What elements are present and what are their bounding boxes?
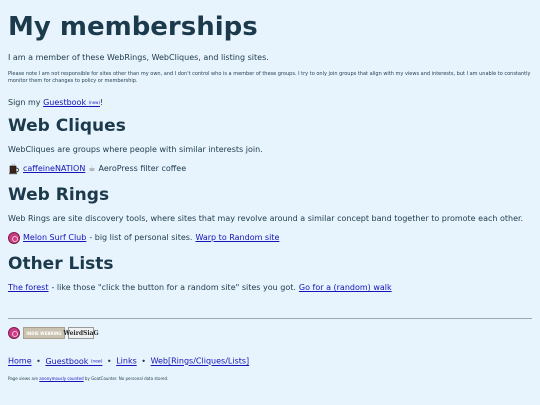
ring-item-text: - big list of personal sites.: [89, 233, 193, 242]
other-list-item: The forest - like those "click the butto…: [8, 282, 532, 294]
guestbook-prompt-suffix: !: [100, 98, 104, 107]
disclaimer-note: Please note I am not responsible for sit…: [8, 71, 531, 84]
analytics-credit: Page views are anonymously counted by Go…: [8, 376, 532, 382]
melon-surf-club-link[interactable]: Melon Surf Club: [23, 232, 86, 244]
page-title: My memberships: [8, 12, 258, 42]
new-tag: (new): [88, 100, 101, 105]
ring-item: Melon Surf Club - big list of personal s…: [8, 232, 532, 244]
nav-separator: •: [141, 356, 147, 366]
the-forest-link[interactable]: The forest: [8, 282, 48, 294]
weird-badge[interactable]: WeirdSiaG: [63, 327, 99, 339]
coffee-cup-icon: [9, 163, 19, 175]
guestbook-prompt-prefix: Sign my: [8, 98, 41, 107]
web-rings-heading: Web Rings: [8, 185, 110, 205]
web-lists-link[interactable]: Web[Rings/Cliques/Lists]: [151, 357, 250, 366]
clique-item: caffeineNATION ☕ AeroPress filter coffee: [8, 163, 532, 175]
web-cliques-heading: Web Cliques: [8, 116, 126, 136]
anonymously-counted-link[interactable]: anonymously counted: [39, 376, 83, 381]
guestbook-link[interactable]: Guestbook (new): [43, 98, 100, 107]
caffeinenation-link[interactable]: caffeineNATION: [23, 163, 85, 175]
credit-suffix: by GoatCounter. No personal data stored.: [84, 375, 169, 381]
footer-guestbook-label: Guestbook: [45, 356, 89, 366]
footer-divider: [8, 318, 532, 319]
coffee-glyph-icon: ☕: [88, 164, 96, 173]
footer-nav: Home • Guestbook (new) • Links • Web[Rin…: [8, 355, 532, 368]
credit-prefix: Page views are: [8, 375, 38, 381]
intro-text: I am a member of these WebRings, WebCliq…: [8, 53, 269, 62]
melon-ring-icon[interactable]: [8, 232, 20, 244]
nav-separator: •: [36, 356, 41, 366]
other-lists-heading: Other Lists: [8, 254, 114, 274]
guestbook-link-label: Guestbook: [43, 98, 87, 107]
new-tag: (new): [90, 358, 103, 363]
page-content: My memberships I am a member of these We…: [0, 0, 540, 382]
clique-item-text: AeroPress filter coffee: [98, 164, 187, 173]
home-link[interactable]: Home: [8, 357, 32, 366]
guestbook-prompt: Sign my Guestbook (new)!: [8, 97, 532, 108]
other-list-text: - like those "click the button for a ran…: [51, 283, 296, 292]
warp-random-link[interactable]: Warp to Random site: [195, 232, 279, 244]
nav-separator: •: [106, 356, 112, 366]
melon-ring-icon[interactable]: [8, 327, 20, 339]
footer-badges: INDIE WEBRING WeirdSiaG: [8, 327, 532, 339]
indie-webring-badge[interactable]: INDIE WEBRING: [23, 327, 65, 339]
web-cliques-description: WebCliques are groups where people with …: [8, 145, 263, 154]
web-rings-description: Web Rings are site discovery tools, wher…: [8, 214, 524, 223]
footer-guestbook-link[interactable]: Guestbook (new): [45, 357, 102, 366]
links-link[interactable]: Links: [116, 357, 137, 366]
random-walk-link[interactable]: Go for a (random) walk: [299, 282, 392, 294]
